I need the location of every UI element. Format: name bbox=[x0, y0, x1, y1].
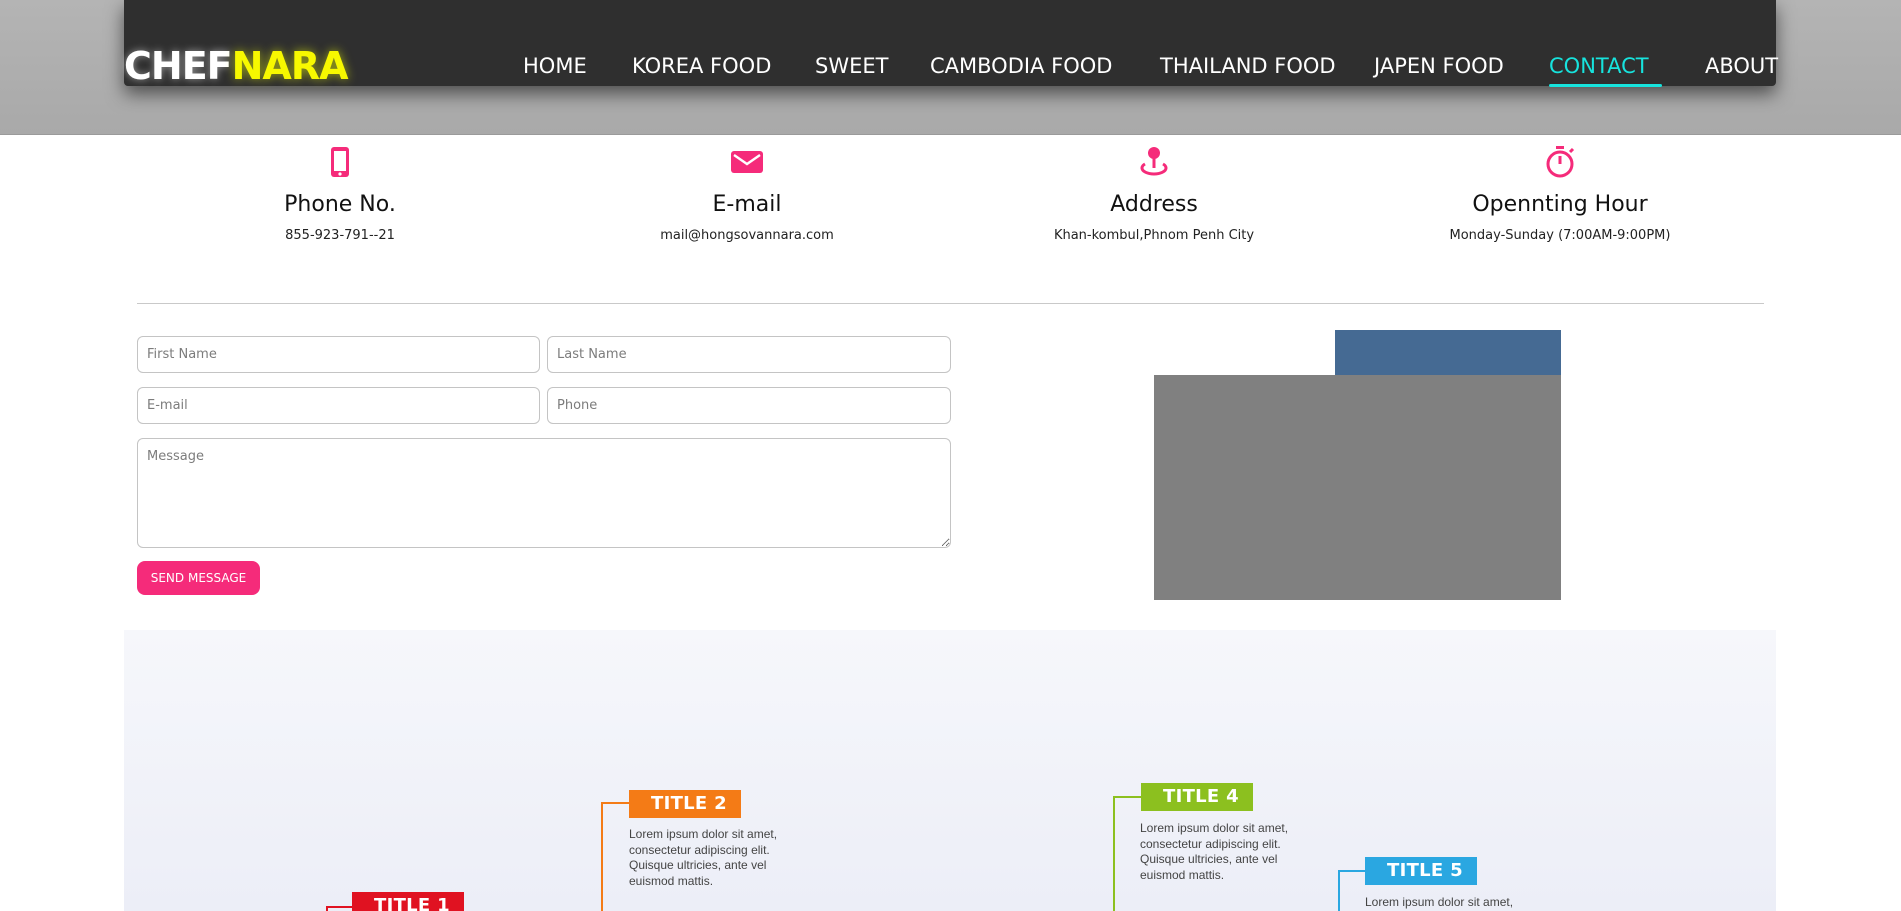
timeline-text-2: Lorem ipsum dolor sit amet, consectetur … bbox=[629, 827, 778, 888]
site-logo[interactable]: CHEFNARA bbox=[124, 44, 348, 88]
nav-active-underline bbox=[1549, 84, 1662, 87]
timeline-title-5: TITLE 5 bbox=[1365, 857, 1477, 885]
nav-sweet[interactable]: SWEET bbox=[815, 52, 888, 80]
nav-japen-food[interactable]: JAPEN FOOD bbox=[1374, 52, 1504, 80]
nav-cambodia-food[interactable]: CAMBODIA FOOD bbox=[930, 52, 1112, 80]
info-title: Address bbox=[1110, 192, 1198, 217]
timeline-text-5: Lorem ipsum dolor sit amet, bbox=[1365, 895, 1514, 909]
nav-about[interactable]: ABOUT bbox=[1705, 52, 1778, 80]
logo-part-nara: NARA bbox=[231, 44, 349, 88]
info-opening-hour: Opennting Hour Monday-Sunday (7:00AM-9:0… bbox=[1410, 145, 1710, 245]
timeline-connector bbox=[601, 802, 629, 804]
info-value: Monday-Sunday (7:00AM-9:00PM) bbox=[1449, 228, 1671, 243]
last-name-input[interactable] bbox=[547, 336, 951, 373]
email-input[interactable] bbox=[137, 387, 540, 424]
info-value: 855-923-791--21 bbox=[285, 228, 395, 243]
timeline-section: TITLE 1 TITLE 2 Lorem ipsum dolor sit am… bbox=[124, 630, 1776, 911]
timeline-connector bbox=[326, 906, 354, 908]
phone-icon bbox=[331, 147, 349, 177]
nav-home[interactable]: HOME bbox=[523, 52, 587, 80]
mail-icon bbox=[731, 151, 763, 173]
timeline-title-4: TITLE 4 bbox=[1141, 783, 1253, 811]
info-value: mail@hongsovannara.com bbox=[660, 228, 834, 243]
timeline-connector bbox=[1338, 870, 1340, 911]
timeline-text-4: Lorem ipsum dolor sit amet, consectetur … bbox=[1140, 821, 1289, 882]
map-image bbox=[1335, 330, 1561, 376]
timeline-connector bbox=[1113, 796, 1141, 798]
first-name-input[interactable] bbox=[137, 336, 540, 373]
info-value: Khan-kombul,Phnom Penh City bbox=[1053, 228, 1255, 243]
phone-input[interactable] bbox=[547, 387, 951, 424]
timeline-title-1: TITLE 1 bbox=[352, 892, 464, 911]
logo-part-chef: CHEF bbox=[124, 44, 233, 88]
send-message-button[interactable]: SEND MESSAGE bbox=[137, 561, 260, 595]
info-email: E-mail mail@hongsovannara.com bbox=[597, 145, 897, 245]
section-divider bbox=[137, 303, 1764, 304]
timeline-connector bbox=[601, 802, 603, 911]
stopwatch-icon bbox=[1546, 146, 1575, 178]
timeline-title-2: TITLE 2 bbox=[629, 790, 741, 818]
location-pin-icon bbox=[1140, 147, 1168, 176]
timeline-connector bbox=[1113, 796, 1115, 911]
nav-thailand-food[interactable]: THAILAND FOOD bbox=[1160, 52, 1336, 80]
nav-contact[interactable]: CONTACT bbox=[1549, 52, 1649, 80]
info-phone: Phone No. 855-923-791--21 bbox=[190, 145, 490, 245]
timeline-connector bbox=[1338, 870, 1366, 872]
message-textarea[interactable] bbox=[137, 438, 951, 548]
info-title: E-mail bbox=[712, 192, 782, 217]
info-address: Address Khan-kombul,Phnom Penh City bbox=[1004, 145, 1304, 245]
info-title: Phone No. bbox=[284, 192, 396, 217]
info-title: Opennting Hour bbox=[1472, 192, 1648, 217]
nav-korea-food[interactable]: KOREA FOOD bbox=[632, 52, 771, 80]
map-overlay bbox=[1154, 375, 1561, 600]
